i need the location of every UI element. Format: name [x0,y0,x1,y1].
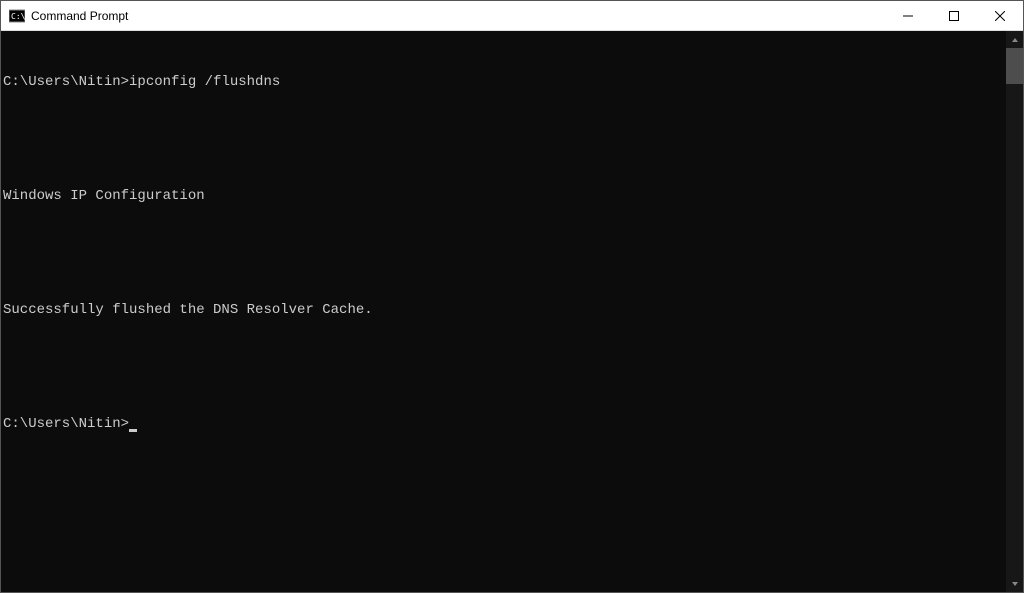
output-header: Windows IP Configuration [3,187,1006,206]
scroll-track[interactable] [1006,48,1023,575]
command-prompt-window: C:\ Command Prompt C:\Users\Nitin>ipconf… [0,0,1024,593]
titlebar[interactable]: C:\ Command Prompt [1,1,1023,31]
scroll-thumb[interactable] [1006,48,1023,84]
vertical-scrollbar[interactable] [1006,31,1023,592]
cmd-icon: C:\ [9,8,25,24]
blank-line [3,358,1006,377]
terminal-output[interactable]: C:\Users\Nitin>ipconfig /flushdns Window… [1,31,1006,592]
minimize-button[interactable] [885,1,931,30]
blank-line [3,130,1006,149]
command-line: C:\Users\Nitin>ipconfig /flushdns [3,73,1006,92]
window-controls [885,1,1023,30]
window-title: Command Prompt [31,9,128,23]
prompt-text: C:\Users\Nitin> [3,415,129,434]
svg-text:C:\: C:\ [11,12,25,21]
command-text: ipconfig /flushdns [129,73,280,92]
active-prompt-line: C:\Users\Nitin> [3,415,1006,434]
content-area: C:\Users\Nitin>ipconfig /flushdns Window… [1,31,1023,592]
maximize-button[interactable] [931,1,977,30]
cursor [129,429,137,432]
output-message: Successfully flushed the DNS Resolver Ca… [3,301,1006,320]
scroll-up-arrow-icon[interactable] [1006,31,1023,48]
prompt-text: C:\Users\Nitin> [3,73,129,92]
scroll-down-arrow-icon[interactable] [1006,575,1023,592]
close-button[interactable] [977,1,1023,30]
blank-line [3,244,1006,263]
